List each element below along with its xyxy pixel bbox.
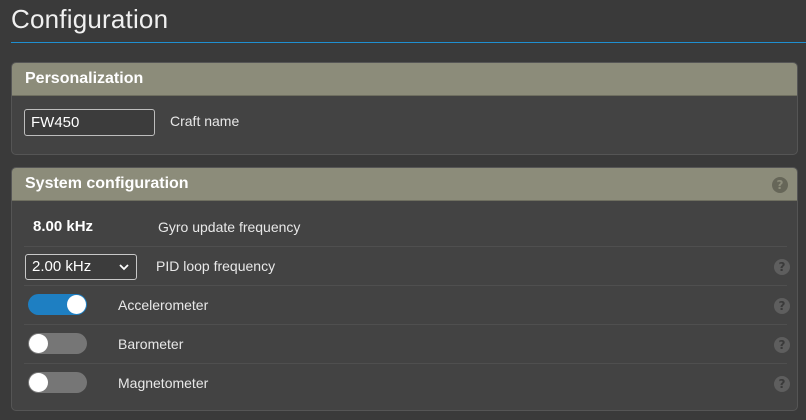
pid-loop-frequency-value: 2.00 kHz (32, 258, 92, 275)
craft-name-label: Craft name (170, 113, 240, 129)
system-configuration-panel: System configuration ? 8.00 kHz Gyro upd… (11, 167, 798, 411)
pid-loop-frequency-select[interactable]: 2.00 kHz (25, 254, 137, 280)
title-divider (11, 42, 806, 43)
gyro-frequency-value: 8.00 kHz (33, 218, 94, 235)
pid-loop-frequency-label: PID loop frequency (156, 258, 276, 274)
barometer-row: Barometer ? (24, 325, 790, 364)
personalization-header: Personalization (12, 63, 797, 96)
magnetometer-toggle[interactable] (28, 372, 87, 393)
magnetometer-row: Magnetometer ? (24, 364, 790, 403)
personalization-title: Personalization (25, 70, 144, 87)
accelerometer-row: Accelerometer ? (24, 286, 790, 325)
system-configuration-title: System configuration (25, 175, 189, 192)
help-icon[interactable]: ? (774, 337, 790, 353)
toggle-knob (67, 295, 86, 314)
barometer-label: Barometer (118, 336, 184, 352)
accelerometer-label: Accelerometer (118, 297, 209, 313)
toggle-knob (29, 334, 48, 353)
help-icon[interactable]: ? (772, 177, 788, 193)
barometer-toggle[interactable] (28, 333, 87, 354)
page-title: Configuration (11, 4, 169, 34)
pid-loop-row: 2.00 kHz PID loop frequency ? (24, 247, 790, 286)
help-icon[interactable]: ? (774, 298, 790, 314)
magnetometer-label: Magnetometer (118, 375, 209, 391)
toggle-knob (29, 373, 48, 392)
system-configuration-header: System configuration ? (12, 168, 797, 201)
accelerometer-toggle[interactable] (28, 294, 87, 315)
craft-name-input[interactable] (24, 109, 155, 136)
gyro-frequency-label: Gyro update frequency (158, 219, 301, 235)
gyro-frequency-row: 8.00 kHz Gyro update frequency (24, 208, 787, 247)
personalization-panel: Personalization Craft name (11, 62, 798, 155)
chevron-down-icon (119, 264, 129, 271)
help-icon[interactable]: ? (774, 376, 790, 392)
help-icon[interactable]: ? (774, 259, 790, 275)
